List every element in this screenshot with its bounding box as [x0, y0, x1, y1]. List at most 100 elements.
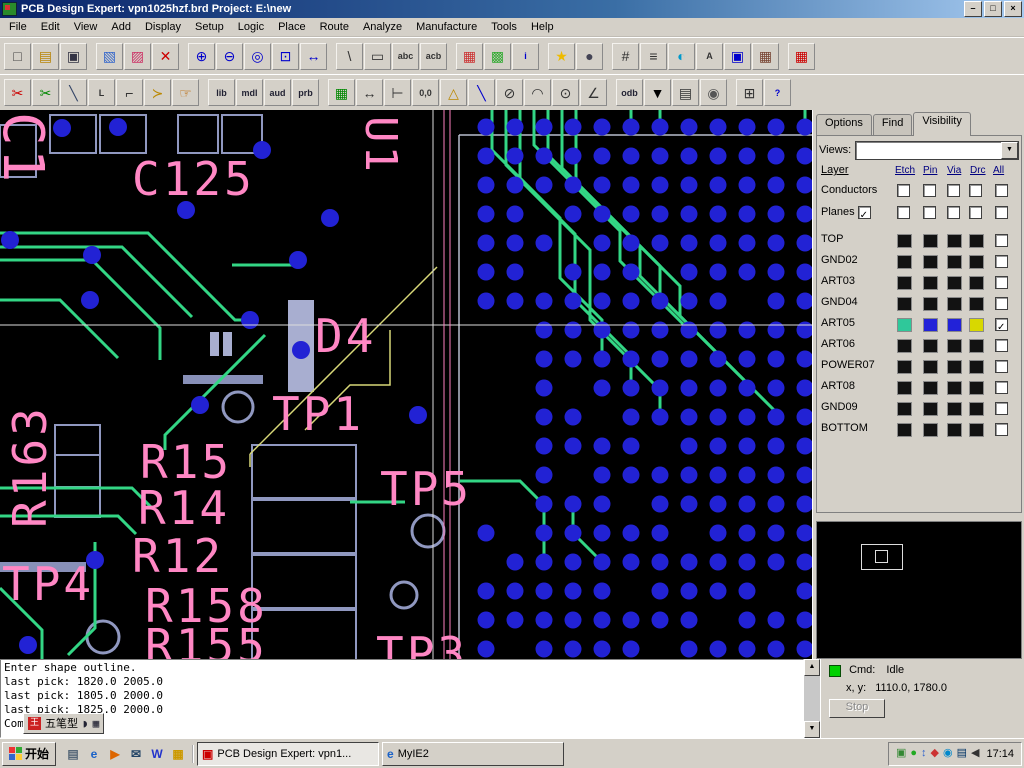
dehighlight-button[interactable]: ●: [576, 42, 603, 70]
draw-arc-button[interactable]: ◠: [524, 79, 551, 107]
swatch-etch[interactable]: [897, 339, 912, 354]
tab-visibility[interactable]: Visibility: [913, 112, 971, 137]
taskbar-task[interactable]: ▣ PCB Design Expert: vpn1...: [197, 741, 380, 766]
visibility-dialog-button[interactable]: ▩: [484, 42, 511, 70]
swatch-via[interactable]: [947, 339, 962, 354]
ime-keyboard-icon[interactable]: ▦: [93, 717, 100, 731]
play-button[interactable]: ≻: [144, 79, 171, 107]
prb-button[interactable]: prb: [292, 79, 319, 107]
cut-etch-button[interactable]: ✂: [4, 79, 31, 107]
checkbox-all[interactable]: [995, 234, 1008, 248]
checkbox[interactable]: [947, 206, 960, 220]
checkbox[interactable]: [995, 206, 1008, 220]
menu-analyze[interactable]: Analyze: [356, 19, 409, 35]
ime-toolbar[interactable]: 王 五笔型 ◗ ▦: [23, 713, 105, 735]
properties-button[interactable]: ▣: [724, 42, 751, 70]
menu-view[interactable]: View: [67, 19, 105, 35]
menu-help[interactable]: Help: [524, 19, 561, 35]
menu-file[interactable]: File: [2, 19, 34, 35]
save-button[interactable]: ▣: [60, 42, 87, 70]
checkbox-all[interactable]: [995, 402, 1008, 416]
maximize-button[interactable]: □: [984, 0, 1002, 17]
stop-button[interactable]: Stop: [829, 698, 885, 718]
swatch-pin[interactable]: [923, 360, 938, 375]
tab-find[interactable]: Find: [872, 114, 913, 136]
place-move-button[interactable]: ▨: [124, 42, 151, 70]
checkbox-all[interactable]: [995, 255, 1008, 269]
pcb-canvas[interactable]: C1 C125 U1 D4 TP1 TP5 R163 R15 R14 R12 TP4 R158 R155…: [0, 110, 812, 660]
start-button[interactable]: 开始: [2, 741, 57, 766]
report-list-button[interactable]: ≡: [640, 42, 667, 70]
network-tray-icon[interactable]: ↕: [921, 748, 927, 759]
swatch-via[interactable]: [947, 234, 962, 249]
filter-button[interactable]: ▼: [644, 79, 671, 107]
add-rect-button[interactable]: ▭: [364, 42, 391, 70]
zoom-out-button[interactable]: ⊖: [216, 42, 243, 70]
add-part-button[interactable]: ▦: [328, 79, 355, 107]
swatch-pin[interactable]: [923, 255, 938, 270]
console-scrollbar[interactable]: ▲ ▼: [804, 659, 820, 739]
scroll-down-icon[interactable]: ▼: [804, 721, 820, 739]
swatch-drc[interactable]: [969, 402, 984, 417]
swatch-drc[interactable]: [969, 318, 984, 333]
swatch-drc[interactable]: [969, 360, 984, 375]
checkbox[interactable]: [923, 184, 936, 198]
ime-pen-icon[interactable]: ◗: [82, 717, 89, 731]
swatch-pin[interactable]: [923, 402, 938, 417]
add-line-button[interactable]: \: [336, 42, 363, 70]
menu-display[interactable]: Display: [138, 19, 188, 35]
menu-manufacture[interactable]: Manufacture: [409, 19, 484, 35]
delete-button[interactable]: ✕: [152, 42, 179, 70]
calculator-button[interactable]: ⊞: [736, 79, 763, 107]
scanner-tray-icon[interactable]: ▣: [896, 748, 906, 759]
messenger-tray-icon[interactable]: ◆: [931, 748, 939, 759]
symbol-edit-button[interactable]: ▦: [788, 42, 815, 70]
update-tray-icon[interactable]: ◉: [943, 748, 953, 759]
menu-setup[interactable]: Setup: [188, 19, 231, 35]
mail-icon[interactable]: ✉: [127, 745, 145, 763]
swatch-etch[interactable]: [897, 423, 912, 438]
ruler-button[interactable]: △: [440, 79, 467, 107]
ime-logo-icon[interactable]: 王: [28, 717, 41, 731]
preview-pane[interactable]: [816, 520, 1022, 660]
menu-logic[interactable]: Logic: [231, 19, 271, 35]
swatch-via[interactable]: [947, 255, 962, 270]
swatch-etch[interactable]: [897, 381, 912, 396]
new-button[interactable]: □: [4, 42, 31, 70]
odb-export-button[interactable]: odb: [616, 79, 643, 107]
swatch-etch[interactable]: [897, 402, 912, 417]
swatch-pin[interactable]: [923, 276, 938, 291]
lib-button[interactable]: lib: [208, 79, 235, 107]
show-desktop-icon[interactable]: ▤: [64, 745, 82, 763]
slide-button[interactable]: ╲: [60, 79, 87, 107]
checkbox[interactable]: [923, 206, 936, 220]
swatch-pin[interactable]: [923, 234, 938, 249]
swatch-drc[interactable]: [969, 339, 984, 354]
checkbox-all[interactable]: [995, 317, 1008, 338]
swatch-via[interactable]: [947, 318, 962, 333]
checkbox-all[interactable]: [995, 360, 1008, 374]
zoom-window-button[interactable]: ⊡: [272, 42, 299, 70]
command-console[interactable]: Enter shape outline. last pick: 1820.0 20…: [0, 659, 804, 739]
checkbox[interactable]: [897, 184, 910, 198]
chevron-down-icon[interactable]: ▼: [1001, 141, 1018, 159]
swatch-etch[interactable]: [897, 276, 912, 291]
text-size-button[interactable]: A: [696, 42, 723, 70]
open-button[interactable]: ▤: [32, 42, 59, 70]
highlight-button[interactable]: ★: [548, 42, 575, 70]
swatch-etch[interactable]: [897, 255, 912, 270]
report-button[interactable]: ▤: [672, 79, 699, 107]
swatch-via[interactable]: [947, 423, 962, 438]
grid-toggle-button[interactable]: #: [612, 42, 639, 70]
info-button[interactable]: i: [512, 42, 539, 70]
checkbox-all[interactable]: [995, 423, 1008, 437]
swatch-drc[interactable]: [969, 423, 984, 438]
color-dialog-button[interactable]: ▦: [456, 42, 483, 70]
language-tray-icon[interactable]: ▤: [957, 748, 967, 759]
swatch-drc[interactable]: [969, 381, 984, 396]
cut-symbol-button[interactable]: ✂: [32, 79, 59, 107]
folder-icon[interactable]: ▦: [169, 745, 187, 763]
media-player-icon[interactable]: ▶: [106, 745, 124, 763]
zoom-previous-button[interactable]: ↔: [300, 42, 327, 70]
swatch-drc[interactable]: [969, 297, 984, 312]
